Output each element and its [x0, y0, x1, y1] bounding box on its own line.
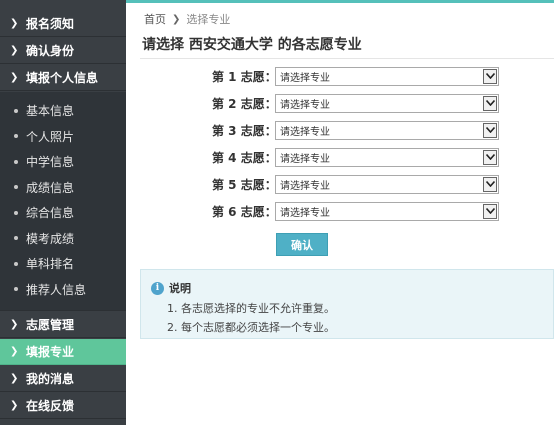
- sidebar-subitem-label: 中学信息: [26, 155, 75, 170]
- sidebar-subitem-label: 基本信息: [26, 104, 75, 119]
- sidebar-subitem-photo[interactable]: 个人照片: [0, 124, 126, 150]
- sidebar-subitem-basic-info[interactable]: 基本信息: [0, 98, 126, 124]
- choice-row-1: 第 1 志愿： 请选择专业: [126, 66, 554, 86]
- chevron-right-icon: ❯: [10, 45, 19, 56]
- sidebar-item-label: 我的消息: [26, 372, 75, 386]
- sidebar-item-application-management[interactable]: ❯ 志愿管理: [0, 312, 126, 338]
- chevron-right-icon: ❯: [172, 13, 181, 25]
- choice-row-6: 第 6 志愿： 请选择专业: [126, 201, 554, 221]
- sidebar-item-registration-notice[interactable]: ❯ 报名须知: [0, 11, 126, 37]
- bullet-icon: [14, 108, 18, 113]
- sidebar-item-confirm-identity[interactable]: ❯ 确认身份: [0, 38, 126, 64]
- breadcrumb-current: 选择专业: [186, 13, 231, 26]
- sidebar-subitem-subject-ranking[interactable]: 单科排名: [0, 251, 126, 277]
- sidebar-item-label: 确认身份: [26, 44, 75, 58]
- sidebar-subitem-label: 成绩信息: [26, 180, 75, 195]
- sidebar-item-label: 志愿管理: [26, 318, 75, 332]
- sidebar: ❯ 报名须知 ❯ 确认身份 ❯ 填报个人信息 基本信息 个人照片 中学信息 成绩…: [0, 0, 126, 425]
- choice-row-4: 第 4 志愿： 请选择专业: [126, 147, 554, 167]
- bullet-icon: [14, 159, 18, 164]
- chevron-down-icon: [483, 176, 497, 192]
- chevron-down-icon: [483, 122, 497, 138]
- select-value: 请选择专业: [280, 180, 330, 192]
- title-divider: [140, 58, 554, 59]
- select-value: 请选择专业: [280, 99, 330, 111]
- sidebar-item-label: 报名须知: [26, 17, 75, 31]
- sidebar-item-online-feedback[interactable]: ❯ 在线反馈: [0, 393, 126, 419]
- info-heading-text: 说明: [169, 282, 191, 295]
- sidebar-subitem-recommender[interactable]: 推荐人信息: [0, 277, 126, 303]
- sidebar-subitem-label: 综合信息: [26, 206, 75, 221]
- bullet-icon: [14, 287, 18, 292]
- choice-row-5: 第 5 志愿： 请选择专业: [126, 174, 554, 194]
- breadcrumb-home-link[interactable]: 首页: [144, 11, 166, 27]
- choice-5-select[interactable]: 请选择专业: [275, 174, 499, 194]
- bullet-icon: [14, 134, 18, 139]
- confirm-button[interactable]: 确认: [276, 233, 328, 256]
- sidebar-subitem-comprehensive[interactable]: 综合信息: [0, 200, 126, 226]
- choice-1-select[interactable]: 请选择专业: [275, 66, 499, 86]
- chevron-right-icon: ❯: [10, 346, 19, 357]
- sidebar-item-my-messages[interactable]: ❯ 我的消息: [0, 366, 126, 392]
- chevron-down-icon: [483, 203, 497, 219]
- sidebar-item-label: 在线反馈: [26, 399, 75, 413]
- bullet-icon: [14, 261, 18, 266]
- choice-label: 第 5 志愿：: [212, 177, 277, 192]
- choice-label: 第 1 志愿：: [212, 69, 277, 84]
- sidebar-item-label: 填报个人信息: [26, 71, 99, 85]
- bullet-icon: [14, 210, 18, 215]
- info-line: 2. 每个志愿都必须选择一个专业。: [167, 321, 335, 334]
- chevron-right-icon: ❯: [10, 373, 19, 384]
- info-heading: i 说明: [151, 280, 191, 296]
- sidebar-subitem-high-school[interactable]: 中学信息: [0, 149, 126, 175]
- bullet-icon: [14, 236, 18, 241]
- breadcrumb: 首页 ❯ 选择专业: [144, 11, 230, 27]
- choice-label: 第 4 志愿：: [212, 150, 277, 165]
- chevron-right-icon: ❯: [10, 72, 19, 83]
- page-title: 请选择 西安交通大学 的各志愿专业: [142, 37, 362, 53]
- select-value: 请选择专业: [280, 72, 330, 84]
- chevron-right-icon: ❯: [10, 18, 19, 29]
- sidebar-item-label: 填报专业: [26, 345, 75, 359]
- select-value: 请选择专业: [280, 126, 330, 138]
- chevron-right-icon: ❯: [10, 400, 19, 411]
- sidebar-subitem-label: 个人照片: [26, 129, 75, 144]
- sidebar-subitem-scores[interactable]: 成绩信息: [0, 175, 126, 201]
- main-content: 首页 ❯ 选择专业 请选择 西安交通大学 的各志愿专业 第 1 志愿： 请选择专…: [126, 3, 554, 425]
- sidebar-subitem-label: 单科排名: [26, 257, 75, 272]
- sidebar-item-personal-info[interactable]: ❯ 填报个人信息: [0, 65, 126, 91]
- bullet-icon: [14, 185, 18, 190]
- choice-label: 第 6 志愿：: [212, 204, 277, 219]
- info-line: 1. 各志愿选择的专业不允许重复。: [167, 302, 335, 315]
- choice-3-select[interactable]: 请选择专业: [275, 120, 499, 140]
- sidebar-submenu: 基本信息 个人照片 中学信息 成绩信息 综合信息 模考成绩 单科排名 推荐人信息: [0, 92, 126, 311]
- info-panel: i 说明 1. 各志愿选择的专业不允许重复。 2. 每个志愿都必须选择一个专业。: [140, 269, 554, 339]
- choice-2-select[interactable]: 请选择专业: [275, 93, 499, 113]
- sidebar-subitem-label: 模考成绩: [26, 231, 75, 246]
- info-icon: i: [151, 281, 164, 295]
- select-value: 请选择专业: [280, 207, 330, 219]
- choice-row-3: 第 3 志愿： 请选择专业: [126, 120, 554, 140]
- select-value: 请选择专业: [280, 153, 330, 165]
- sidebar-subitem-label: 推荐人信息: [26, 282, 87, 297]
- chevron-down-icon: [483, 68, 497, 84]
- chevron-down-icon: [483, 95, 497, 111]
- chevron-down-icon: [483, 149, 497, 165]
- sidebar-subitem-mock-exam[interactable]: 模考成绩: [0, 226, 126, 252]
- sidebar-item-fill-major[interactable]: ❯ 填报专业: [0, 339, 126, 365]
- choice-6-select[interactable]: 请选择专业: [275, 201, 499, 221]
- choice-label: 第 2 志愿：: [212, 96, 277, 111]
- choice-row-2: 第 2 志愿： 请选择专业: [126, 93, 554, 113]
- choice-4-select[interactable]: 请选择专业: [275, 147, 499, 167]
- choice-label: 第 3 志愿：: [212, 123, 277, 138]
- chevron-right-icon: ❯: [10, 319, 19, 330]
